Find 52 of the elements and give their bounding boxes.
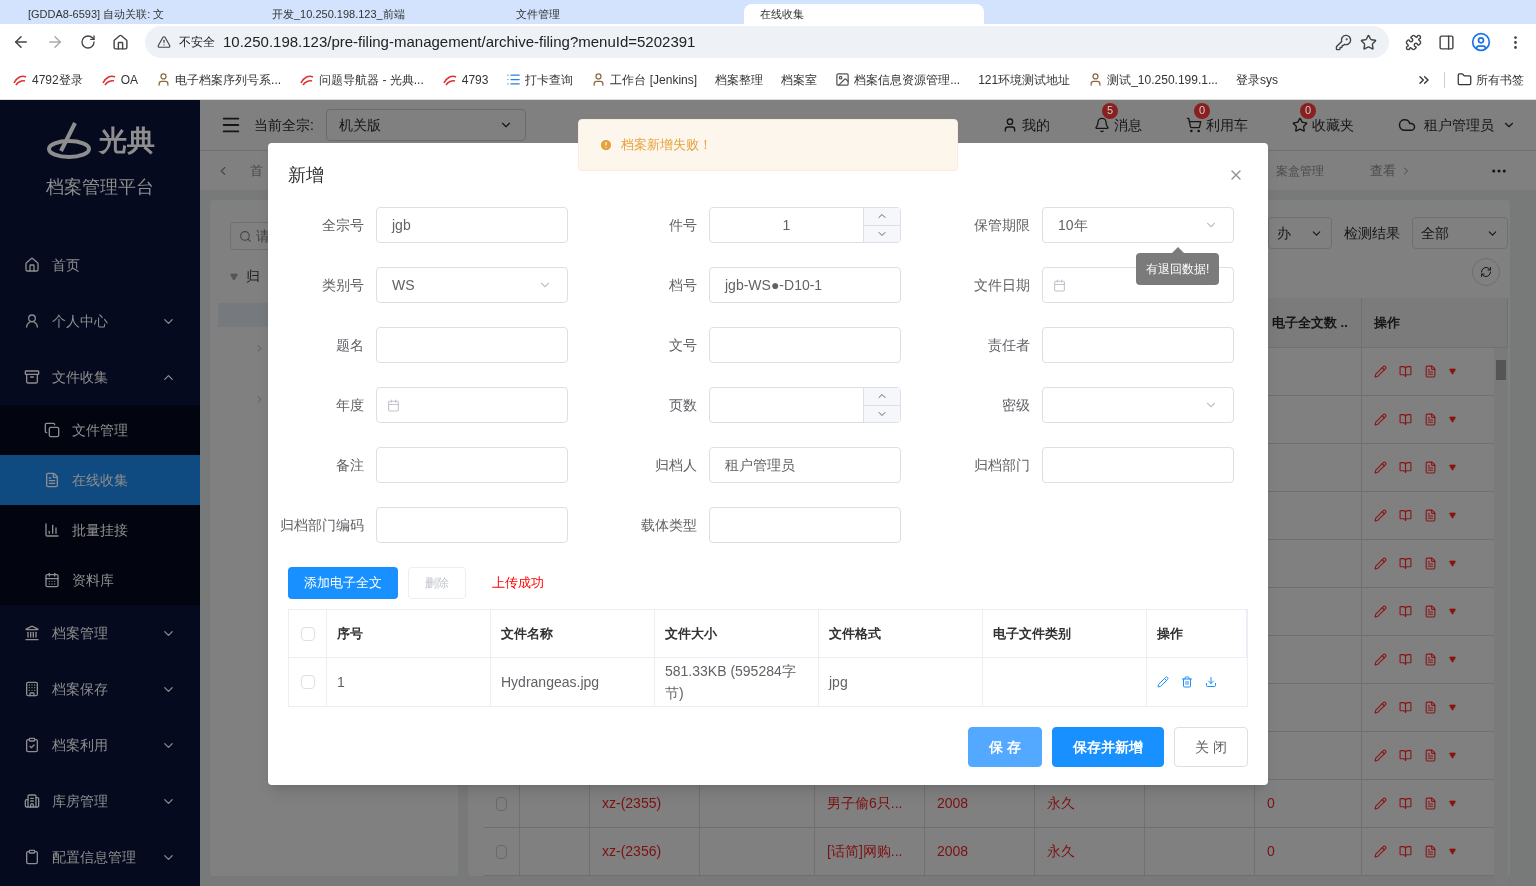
field-label: 备注 (335, 455, 364, 475)
field-label: 年度 (335, 395, 364, 415)
table-cell-text: 2008 (937, 794, 969, 813)
count-badge: 0 (1194, 102, 1210, 119)
table-cell-text: jpg (829, 672, 848, 692)
count-badge: 0 (1300, 102, 1316, 119)
table-cell-text: 永久 (1047, 842, 1075, 861)
column-header: 序号 (337, 624, 363, 643)
column-header: 文件格式 (829, 624, 881, 643)
upload-status: 上传成功 (492, 574, 544, 593)
field-label: 全宗号 (321, 215, 364, 235)
table-cell-text: 2008 (937, 842, 969, 861)
logo-text: 光典 (99, 124, 155, 158)
column-header: 操作 (1157, 624, 1183, 643)
table-cell-text: 永久 (1047, 794, 1075, 813)
column-header: 电子全文数 .. (1272, 313, 1348, 332)
platform-title: 档案管理平台 (46, 176, 154, 199)
field-label: 归档部门 (973, 455, 1030, 475)
filter-label: 检测结果 (1344, 223, 1400, 243)
field-label: 文件日期 (973, 275, 1030, 295)
column-header: 电子文件类别 (993, 624, 1071, 643)
column-header: 操作 (1374, 313, 1400, 332)
field-label: 保管期限 (973, 215, 1030, 235)
count-badge: 5 (1102, 102, 1118, 119)
toast-message: 档案新增失败！ (621, 136, 712, 155)
field-label: 题名 (335, 335, 364, 355)
field-label: 文号 (668, 335, 697, 355)
table-cell-text: 1 (337, 672, 345, 692)
field-label: 归档部门编码 (279, 515, 364, 535)
table-cell-text: xz-(2355) (602, 794, 662, 813)
table-cell-text: Hydrangeas.jpg (501, 672, 600, 692)
field-label: 类别号 (321, 275, 364, 295)
table-cell-text: 男子偷6只... (827, 794, 903, 813)
fonds-label: 当前全宗: (254, 115, 314, 135)
column-header: 文件名称 (501, 624, 553, 643)
field-label: 责任者 (987, 335, 1030, 355)
field-label: 件号 (668, 215, 697, 235)
field-label: 归档人 (654, 455, 697, 475)
url-text: 10.250.198.123/pre-filing-management/archive-filing?menuId=5202391 (223, 31, 696, 52)
table-cell-text: xz-(2356) (602, 842, 662, 861)
field-label: 档号 (668, 275, 697, 295)
table-cell-text: [话简]网购... (827, 842, 903, 861)
security-label: 不安全 (179, 34, 215, 51)
column-header: 文件大小 (665, 624, 717, 643)
field-label: 载体类型 (640, 515, 697, 535)
tooltip: 有退回数据! (1136, 253, 1220, 285)
field-label: 页数 (668, 395, 697, 415)
table-cell-text: 581.33KB (595284字节) (665, 662, 797, 703)
dialog-title: 新增 (288, 163, 324, 187)
table-cell-text: 0 (1267, 842, 1275, 861)
field-label: 密级 (1001, 395, 1030, 415)
table-cell-text: 0 (1267, 794, 1275, 813)
